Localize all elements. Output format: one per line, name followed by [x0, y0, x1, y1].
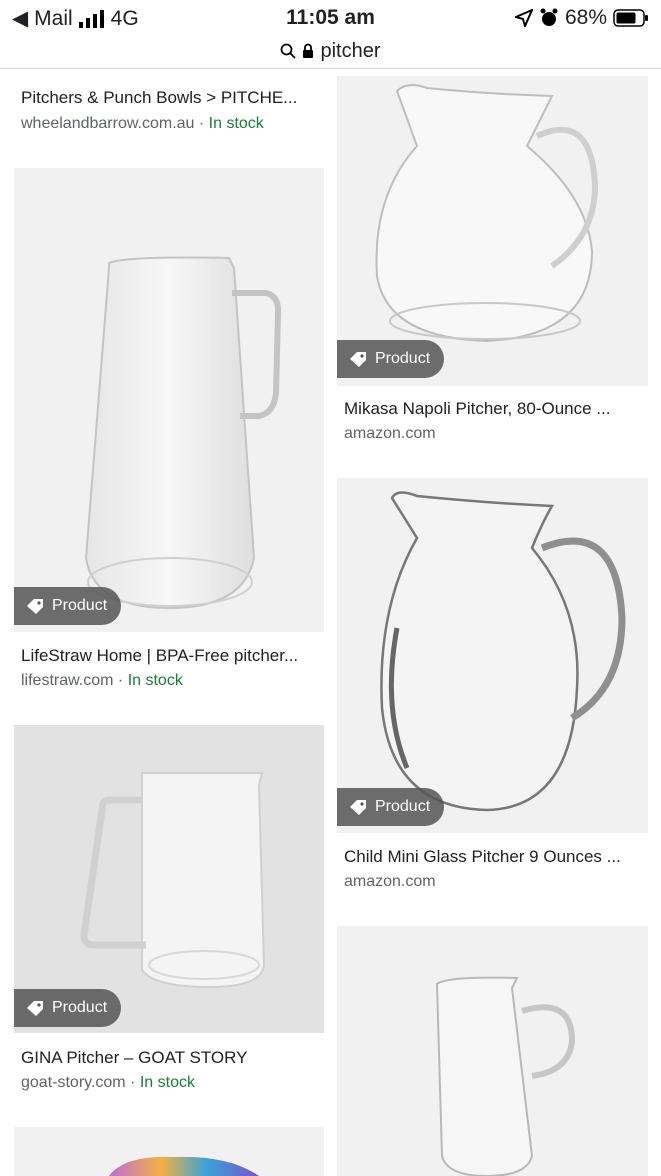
result-source[interactable]: lifestraw.com · In stock: [21, 672, 183, 690]
stock-status: In stock: [208, 115, 264, 132]
pitcher-image: [84, 256, 282, 610]
pitcher-image: [380, 491, 626, 812]
product-badge: Product: [337, 788, 445, 826]
status-bar: ◀ Mail 4G 11:05 am 68%: [0, 0, 661, 36]
product-badge: Product: [337, 340, 445, 378]
result-title[interactable]: Pitchers & Punch Bowls > PITCHE...: [21, 88, 321, 108]
stock-status: In stock: [127, 672, 183, 689]
result-image[interactable]: [337, 478, 648, 833]
tag-icon: [350, 800, 366, 815]
location-arrow-icon: [514, 9, 533, 27]
header-divider: [0, 68, 661, 69]
pitcher-image: [435, 976, 576, 1176]
result-title[interactable]: Child Mini Glass Pitcher 9 Ounces ...: [344, 847, 644, 867]
result-image[interactable]: [14, 725, 324, 1033]
result-title[interactable]: LifeStraw Home | BPA-Free pitcher...: [21, 646, 321, 666]
tag-icon: [27, 599, 43, 614]
tag-icon: [27, 1001, 43, 1016]
stock-status: In stock: [139, 1074, 195, 1091]
result-image[interactable]: [14, 1127, 324, 1176]
pitcher-image: [80, 772, 266, 989]
result-source[interactable]: amazon.com: [344, 425, 436, 443]
result-source[interactable]: wheelandbarrow.com.au · In stock: [21, 115, 264, 133]
result-title[interactable]: GINA Pitcher – GOAT STORY: [21, 1048, 321, 1068]
result-source[interactable]: goat-story.com · In stock: [21, 1074, 195, 1092]
battery-percent: 68%: [564, 6, 607, 29]
result-source[interactable]: amazon.com: [344, 873, 436, 891]
result-image[interactable]: [14, 168, 324, 632]
battery-icon: [613, 9, 648, 27]
lock-icon: [303, 43, 314, 58]
result-title[interactable]: Mikasa Napoli Pitcher, 80-Ounce ...: [344, 399, 644, 419]
search-icon: [281, 43, 297, 59]
result-image[interactable]: [337, 926, 648, 1176]
url-query: pitcher: [320, 39, 381, 62]
product-badge: Product: [14, 989, 122, 1027]
tag-icon: [350, 352, 366, 367]
product-badge: Product: [14, 587, 122, 625]
alarm-icon: [540, 8, 558, 26]
url-bar[interactable]: pitcher: [0, 34, 661, 68]
goggles-image: [109, 1156, 259, 1176]
